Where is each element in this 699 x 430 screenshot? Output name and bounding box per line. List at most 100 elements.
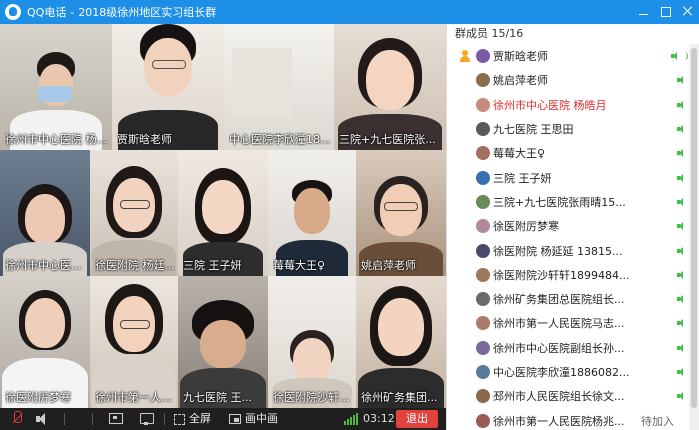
pip-label: 画中画: [245, 412, 278, 425]
video-tile[interactable]: 中心医院李欣潼18...: [224, 24, 334, 150]
voice-active-icon: [677, 246, 688, 256]
avatar: [476, 292, 490, 307]
close-icon[interactable]: [677, 0, 699, 24]
video-tile[interactable]: 徐医附厉梦寒: [0, 276, 90, 408]
speaker-icon[interactable]: [36, 411, 50, 427]
member-name: 中心医院李欣潼1886082...: [493, 366, 630, 379]
video-caption: 莓莓大王♀: [273, 259, 326, 272]
member-name: 徐医附院 杨延延 13815...: [493, 244, 623, 258]
video-grid: 徐州市中心医院 杨... 贾斯晗老师 中心医院李欣潼18... 三院+九七医院张…: [0, 24, 446, 408]
member-row[interactable]: 徐医附厉梦寒: [447, 214, 690, 238]
video-tile[interactable]: 姚启萍老师: [356, 150, 446, 276]
app-name: QQ电话: [27, 6, 67, 19]
microphone-muted-icon[interactable]: [12, 411, 22, 427]
voice-active-icon: [677, 100, 688, 110]
member-name: 徐州市中心医院副组长孙...: [493, 341, 625, 355]
video-caption: 徐医附院沙轩...: [273, 391, 350, 404]
scrollbar-thumb[interactable]: [691, 48, 697, 408]
member-name: 贾斯晗老师: [493, 50, 548, 64]
title-separator: -: [70, 5, 75, 19]
member-row[interactable]: 徐州市中心医院 杨皓月: [447, 93, 690, 117]
member-row[interactable]: 徐州市第一人民医院杨兆... 待加入: [447, 408, 690, 430]
member-row[interactable]: 三院+九七医院张雨晴15...: [447, 190, 690, 214]
video-tile[interactable]: 徐州矿务集团...: [356, 276, 446, 408]
toolbar-divider: [64, 413, 65, 425]
member-row[interactable]: 莓莓大王♀: [447, 141, 690, 165]
picture-in-picture-button[interactable]: 画中画: [229, 411, 279, 427]
avatar: [476, 73, 490, 88]
voice-active-icon: [677, 124, 688, 134]
video-caption: 徐医附厉梦寒: [5, 391, 71, 404]
member-name: 徐州市第一人民医院杨兆...: [493, 414, 625, 428]
title-bar: QQ电话 - 2018级徐州地区实习组长群: [0, 0, 699, 24]
qq-logo-icon: [5, 4, 21, 20]
member-list: 贾斯晗老师姚启萍老师 徐州市中心医院 杨皓月九七医院 王思田 莓莓大王♀ 三院 王子妍…: [447, 44, 690, 430]
video-caption: 徐州矿务集团...: [361, 391, 438, 404]
avatar: [476, 219, 490, 234]
member-row[interactable]: 徐州市中心医院副组长孙...: [447, 336, 690, 360]
member-name: 九七医院 王思田: [493, 123, 574, 137]
host-user-icon: [459, 50, 471, 63]
member-row[interactable]: 徐医附院 杨延延 13815...: [447, 238, 690, 262]
call-duration: 03:12: [363, 412, 395, 425]
member-row[interactable]: 邳州市人民医院组长徐文...: [447, 384, 690, 408]
fullscreen-button[interactable]: 全屏: [174, 411, 219, 427]
call-toolbar: 全屏 画中画 03:12 退出: [0, 408, 446, 430]
member-name: 徐州市第一人民医院马志...: [493, 317, 625, 331]
screen-share-icon[interactable]: [108, 411, 123, 427]
video-tile[interactable]: 贾斯晗老师: [112, 24, 224, 150]
picture-in-picture-icon: [229, 414, 241, 424]
video-caption: 徐州市中心医院 杨...: [5, 133, 107, 146]
member-count-header: 群成员 15/16: [455, 27, 524, 40]
maximize-icon[interactable]: [655, 0, 677, 24]
whiteboard-icon[interactable]: [139, 411, 154, 427]
toolbar-divider: [164, 413, 165, 425]
avatar: [476, 413, 490, 428]
video-caption: 九七医院 王...: [183, 391, 252, 404]
member-name: 三院+九七医院张雨晴15...: [493, 195, 626, 209]
member-name: 徐医附厉梦寒: [493, 220, 559, 234]
voice-active-icon: [677, 391, 688, 401]
video-tile[interactable]: 三院+九七医院张...: [334, 24, 446, 150]
video-tile[interactable]: 徐医附院沙轩...: [268, 276, 356, 408]
video-tile[interactable]: 徐州市中心医院 杨...: [0, 24, 112, 150]
video-tile[interactable]: 莓莓大王♀: [268, 150, 356, 276]
video-tile[interactable]: 九七医院 王...: [178, 276, 268, 408]
avatar: [476, 316, 490, 331]
video-tile[interactable]: 徐医附院 杨廷...: [90, 150, 178, 276]
video-tile[interactable]: 徐州市中心医...: [0, 150, 90, 276]
member-row[interactable]: 中心医院李欣潼1886082...: [447, 360, 690, 384]
member-row[interactable]: 姚启萍老师: [447, 68, 690, 92]
member-name: 莓莓大王♀: [493, 147, 546, 161]
video-caption: 姚启萍老师: [361, 259, 416, 272]
member-row[interactable]: 徐州市第一人民医院马志...: [447, 311, 690, 335]
voice-active-icon: [677, 294, 688, 304]
video-caption: 中心医院李欣潼18...: [229, 133, 331, 146]
voice-active-icon: [677, 221, 688, 231]
member-row[interactable]: 贾斯晗老师: [447, 44, 690, 68]
member-row[interactable]: 三院 王子妍: [447, 165, 690, 189]
exit-call-button[interactable]: 退出: [396, 410, 438, 428]
member-name: 三院 王子妍: [493, 171, 552, 185]
video-tile[interactable]: 徐州市第一人...: [90, 276, 178, 408]
avatar: [476, 194, 490, 209]
group-name: 2018级徐州地区实习组长群: [78, 6, 217, 19]
fullscreen-icon: [174, 413, 185, 425]
avatar: [476, 365, 490, 379]
member-name: 徐州矿务集团总医院组长...: [493, 293, 625, 307]
member-row[interactable]: 徐医附院沙轩轩1899484...: [447, 263, 690, 287]
video-tile[interactable]: 三院 王子妍: [178, 150, 268, 276]
voice-active-icon: [677, 343, 688, 353]
voice-active-icon: [677, 75, 688, 85]
video-caption: 三院+九七医院张...: [339, 133, 436, 146]
voice-active-icon: [677, 173, 688, 183]
member-row[interactable]: 九七医院 王思田: [447, 117, 690, 141]
voice-active-icon: [677, 318, 688, 328]
voice-active-icon: [677, 148, 688, 158]
video-caption: 徐州市第一人...: [95, 391, 172, 404]
avatar: [476, 49, 490, 64]
member-list-scrollbar[interactable]: [689, 44, 699, 430]
minimize-icon[interactable]: [633, 0, 655, 24]
avatar: [476, 267, 490, 282]
member-row[interactable]: 徐州矿务集团总医院组长...: [447, 287, 690, 311]
